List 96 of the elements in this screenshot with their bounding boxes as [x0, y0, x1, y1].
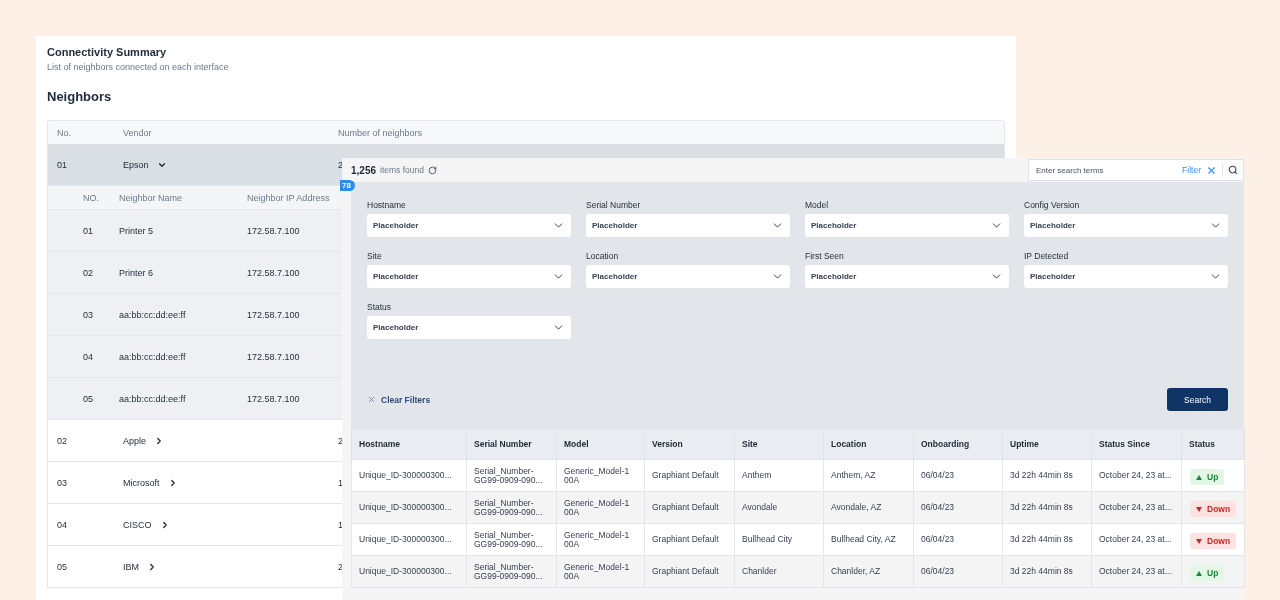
- column-header: Uptime: [1002, 428, 1092, 460]
- panel-title: Connectivity Summary: [47, 46, 168, 58]
- table-cell: Serial_Number- GG99-0909-090...: [466, 523, 557, 556]
- section-heading: Neighbors: [47, 89, 113, 104]
- table-cell: Bullhead City, AZ: [823, 523, 914, 556]
- table-cell: 06/04/23: [913, 555, 1003, 588]
- table-cell: 03: [57, 477, 67, 488]
- filter-label: Serial Number: [586, 200, 642, 210]
- table-cell: Graphiant Default: [644, 459, 735, 492]
- table-cell: aa:bb:cc:dd:ee:ff: [119, 351, 186, 362]
- table-cell: Unique_ID-300000300...: [351, 523, 467, 556]
- table-cell: 05: [83, 393, 93, 404]
- table-cell: Anthem, AZ: [823, 459, 914, 492]
- table-cell: Serial_Number- GG99-0909-090...: [466, 459, 557, 492]
- table-cell: aa:bb:cc:dd:ee:ff: [119, 309, 186, 320]
- table-cell: 172.58.7.100: [247, 393, 300, 404]
- item-count-label: items found: [380, 165, 424, 175]
- table-cell: Chanlder: [734, 555, 824, 588]
- table-cell: 172.58.7.100: [247, 225, 300, 236]
- panel-subtitle: List of neighbors connected on each interface: [47, 62, 230, 72]
- column-header: Status Since: [1091, 428, 1182, 460]
- filter-label: Hostname: [367, 200, 407, 210]
- column-header: Neighbor Name: [119, 192, 183, 203]
- table-cell: 06/04/23: [913, 459, 1003, 492]
- table-cell: 1: [338, 477, 343, 488]
- table-cell: Chanlder, AZ: [823, 555, 914, 588]
- filter-label: Config Version: [1024, 200, 1081, 210]
- status-label: Up: [1207, 568, 1219, 579]
- table-cell: Serial_Number- GG99-0909-090...: [466, 555, 557, 588]
- table-cell: 3d 22h 44min 8s: [1002, 459, 1092, 492]
- count-badge: 78: [340, 180, 355, 191]
- filter-label: Status: [367, 302, 393, 312]
- status-label: Down: [1207, 536, 1231, 547]
- table-cell: 02: [57, 435, 67, 446]
- table-cell: 02: [83, 267, 93, 278]
- column-header: Onboarding: [913, 428, 1003, 460]
- filter-label: IP Detected: [1024, 251, 1070, 261]
- table-cell: Unique_ID-300000300...: [351, 459, 467, 492]
- table-cell: Anthem: [734, 459, 824, 492]
- table-cell: October 24, 23 at...: [1091, 491, 1182, 524]
- table-cell: Bullhead City: [734, 523, 824, 556]
- filter-label: Location: [586, 251, 620, 261]
- table-cell: Generic_Model-1 00A: [556, 523, 645, 556]
- table-cell: 3d 22h 44min 8s: [1002, 491, 1092, 524]
- table-cell: Printer 6: [119, 267, 153, 278]
- table-cell: 3d 22h 44min 8s: [1002, 555, 1092, 588]
- table-cell: Graphiant Default: [644, 555, 735, 588]
- table-cell: October 24, 23 at...: [1091, 555, 1182, 588]
- column-header: Location: [823, 428, 914, 460]
- column-header: Model: [556, 428, 645, 460]
- table-cell: 04: [83, 351, 93, 362]
- table-cell: aa:bb:cc:dd:ee:ff: [119, 393, 186, 404]
- table-cell: 04: [57, 519, 67, 530]
- table-cell: Generic_Model-1 00A: [556, 491, 645, 524]
- table-cell: 01: [83, 225, 93, 236]
- table-cell: 172.58.7.100: [247, 267, 300, 278]
- table-cell: 2: [338, 561, 343, 572]
- filter-label: First Seen: [805, 251, 845, 261]
- table-cell: Avondale, AZ: [823, 491, 914, 524]
- table-cell: October 24, 23 at...: [1091, 523, 1182, 556]
- table-cell: Avondale: [734, 491, 824, 524]
- table-cell: October 24, 23 at...: [1091, 459, 1182, 492]
- column-header: NO.: [83, 192, 99, 203]
- table-cell: 01: [57, 159, 67, 170]
- table-cell: Graphiant Default: [644, 523, 735, 556]
- table-cell: Generic_Model-1 00A: [556, 555, 645, 588]
- column-header: Hostname: [351, 428, 467, 460]
- table-cell: 2: [338, 435, 343, 446]
- table-cell: Graphiant Default: [644, 491, 735, 524]
- table-cell: 172.58.7.100: [247, 309, 300, 320]
- column-header: Status: [1181, 428, 1245, 460]
- column-header: Neighbor IP Address: [247, 192, 330, 203]
- table-cell: Unique_ID-300000300...: [351, 555, 467, 588]
- table-cell: 06/04/23: [913, 491, 1003, 524]
- table-cell: Unique_ID-300000300...: [351, 491, 467, 524]
- table-cell: Serial_Number- GG99-0909-090...: [466, 491, 557, 524]
- column-header: Vendor: [123, 127, 152, 138]
- table-cell: 1: [338, 519, 343, 530]
- filter-label: Site: [367, 251, 383, 261]
- item-count: 1,256: [351, 164, 377, 176]
- table-cell: 05: [57, 561, 67, 572]
- table-cell: Generic_Model-1 00A: [556, 459, 645, 492]
- column-header: Version: [644, 428, 735, 460]
- filter-label: Model: [805, 200, 830, 210]
- table-cell: 03: [83, 309, 93, 320]
- column-header: Site: [734, 428, 824, 460]
- status-label: Up: [1207, 472, 1219, 483]
- column-header: No.: [57, 127, 71, 138]
- status-label: Down: [1207, 504, 1231, 515]
- column-header: Serial Number: [466, 428, 557, 460]
- column-header: Number of neighbors: [338, 127, 423, 138]
- table-cell: 172.58.7.100: [247, 351, 300, 362]
- table-cell: Printer 5: [119, 225, 153, 236]
- table-cell: 06/04/23: [913, 523, 1003, 556]
- table-cell: 3d 22h 44min 8s: [1002, 523, 1092, 556]
- table-cell: 2: [338, 159, 343, 170]
